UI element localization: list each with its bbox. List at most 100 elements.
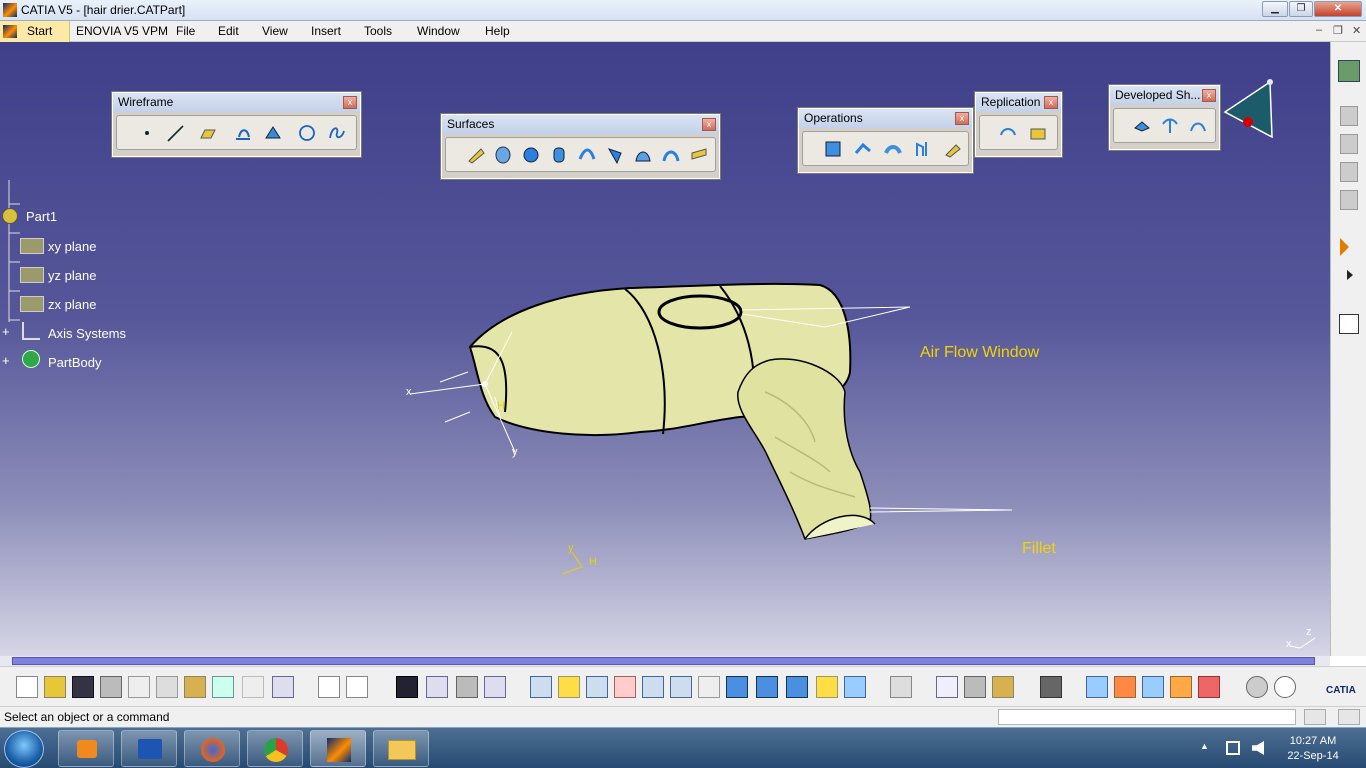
- clipboard-icon[interactable]: [890, 676, 912, 698]
- tree-item-part1[interactable]: Part1: [26, 209, 57, 224]
- taskbar-word[interactable]: [121, 730, 177, 767]
- toolbar-operations-close[interactable]: x: [955, 112, 969, 125]
- zoom-out-icon[interactable]: [670, 676, 692, 698]
- tree-item-zx-plane[interactable]: zx plane: [48, 297, 96, 312]
- projection-icon[interactable]: [233, 123, 253, 143]
- window-maximize-button[interactable]: ❐: [1289, 1, 1313, 17]
- scrollbar-thumb[interactable]: [12, 657, 1315, 665]
- horizontal-scrollbar[interactable]: [0, 656, 1330, 666]
- workbench-icon[interactable]: [1338, 60, 1360, 82]
- copy-icon[interactable]: [156, 676, 178, 698]
- porcupine-icon[interactable]: [1170, 676, 1192, 698]
- table-icon[interactable]: [396, 676, 418, 698]
- tree-item-axis-systems[interactable]: Axis Systems: [48, 326, 126, 341]
- toolbar-developed-shapes[interactable]: Developed Sh... x: [1109, 85, 1220, 150]
- undo-icon[interactable]: [212, 676, 234, 698]
- sketcher-icon[interactable]: [1339, 314, 1359, 334]
- more-arrow-icon[interactable]: [1347, 270, 1353, 280]
- menu-enovia[interactable]: ENOVIA V5 VPM: [76, 24, 168, 38]
- save-icon[interactable]: [72, 676, 94, 698]
- network-icon[interactable]: [1226, 741, 1240, 755]
- pan-icon[interactable]: [586, 676, 608, 698]
- taskbar-chrome[interactable]: [247, 730, 303, 767]
- open-icon[interactable]: [44, 676, 66, 698]
- iso-view-icon[interactable]: [756, 676, 778, 698]
- menu-file[interactable]: File: [176, 24, 195, 38]
- menu-insert[interactable]: Insert: [311, 24, 341, 38]
- bottom-toolbar[interactable]: CATIA: [0, 666, 1366, 706]
- render-style-icon[interactable]: [786, 676, 808, 698]
- measure-between-icon[interactable]: [936, 676, 958, 698]
- catalog-icon[interactable]: [484, 676, 506, 698]
- specification-tree[interactable]: Part1 xy plane yz plane zx plane + Axis …: [0, 180, 160, 382]
- dryer-handle[interactable]: [737, 358, 872, 540]
- mapping-icon[interactable]: [1198, 676, 1220, 698]
- toolbar-replication-close[interactable]: x: [1044, 96, 1058, 109]
- fly-mode-icon[interactable]: [530, 676, 552, 698]
- fill-icon[interactable]: [633, 145, 653, 165]
- hide-show-icon[interactable]: [816, 676, 838, 698]
- tree-item-xy-plane[interactable]: xy plane: [48, 239, 96, 254]
- right-toolbar[interactable]: [1330, 42, 1366, 656]
- select-arrow-icon[interactable]: [1340, 238, 1349, 256]
- paste-icon[interactable]: [184, 676, 206, 698]
- start-menu[interactable]: Start: [0, 21, 70, 42]
- hand-icon[interactable]: [1274, 676, 1296, 698]
- plane-icon[interactable]: [197, 123, 217, 143]
- repeat-icon[interactable]: [998, 123, 1018, 143]
- toolbar-replication[interactable]: Replication x: [975, 92, 1062, 157]
- curvature-icon[interactable]: [1114, 676, 1136, 698]
- measure-inertia-icon[interactable]: [992, 676, 1014, 698]
- multisection-icon[interactable]: [661, 145, 681, 165]
- tree-item-partbody[interactable]: PartBody: [48, 355, 101, 370]
- expand-icon[interactable]: +: [2, 324, 10, 339]
- rotate-icon[interactable]: [614, 676, 636, 698]
- draft-analysis-icon[interactable]: [1142, 676, 1164, 698]
- menu-tools[interactable]: Tools: [364, 24, 392, 38]
- swap-space-icon[interactable]: [844, 676, 866, 698]
- sweep-icon[interactable]: [605, 145, 625, 165]
- print-icon[interactable]: [100, 676, 122, 698]
- circle-icon[interactable]: [297, 123, 317, 143]
- unfold-icon[interactable]: [1160, 116, 1180, 136]
- zoom-in-icon[interactable]: [642, 676, 664, 698]
- extrude-icon[interactable]: [466, 145, 486, 165]
- pattern-icon[interactable]: [1028, 123, 1048, 143]
- transform-icon[interactable]: [913, 139, 933, 159]
- doc-minimize-button[interactable]: –: [1316, 24, 1322, 36]
- connect-checker-icon[interactable]: [1086, 676, 1108, 698]
- menu-edit[interactable]: Edit: [218, 24, 239, 38]
- tray-expand-button[interactable]: ▲: [1200, 741, 1209, 751]
- constraint-icon[interactable]: [1340, 134, 1358, 154]
- taskbar-firefox[interactable]: [184, 730, 240, 767]
- window-minimize-button[interactable]: ▁: [1262, 1, 1288, 17]
- menu-start[interactable]: Start: [27, 24, 52, 38]
- cut-icon[interactable]: [128, 676, 150, 698]
- offset-icon[interactable]: [577, 145, 597, 165]
- taskbar-explorer[interactable]: [373, 730, 429, 767]
- cylinder-icon[interactable]: [549, 145, 569, 165]
- toolbar-surfaces[interactable]: Surfaces x: [441, 114, 720, 179]
- revolve-icon[interactable]: [493, 145, 513, 165]
- toolbar-wireframe[interactable]: Wireframe x: [112, 92, 361, 157]
- develop-icon[interactable]: [1132, 116, 1152, 136]
- status-button-1[interactable]: [1304, 709, 1326, 725]
- 3d-viewport[interactable]: Wireframe x Surfaces x Operations x Repl…: [0, 42, 1330, 656]
- multi-view-icon[interactable]: [726, 676, 748, 698]
- window-close-button[interactable]: ✕: [1314, 1, 1362, 17]
- point-icon[interactable]: [137, 123, 157, 143]
- taskbar-clock[interactable]: 10:27 AM 22-Sep-14: [1278, 734, 1348, 764]
- volume-icon[interactable]: [1252, 741, 1264, 755]
- intersection-icon[interactable]: [263, 123, 283, 143]
- toolbar-wireframe-close[interactable]: x: [343, 96, 357, 109]
- menu-window[interactable]: Window: [417, 24, 460, 38]
- formula-icon[interactable]: [318, 676, 340, 698]
- doc-restore-button[interactable]: ❐: [1333, 24, 1343, 37]
- taskbar-media-player[interactable]: [58, 730, 114, 767]
- analysis-icon[interactable]: [1340, 190, 1358, 210]
- extrapolate-icon[interactable]: [943, 139, 963, 159]
- join-icon[interactable]: [823, 139, 843, 159]
- toolbar-operations[interactable]: Operations x: [798, 108, 973, 173]
- windows-start-button[interactable]: [4, 730, 44, 768]
- spline-icon[interactable]: [327, 123, 347, 143]
